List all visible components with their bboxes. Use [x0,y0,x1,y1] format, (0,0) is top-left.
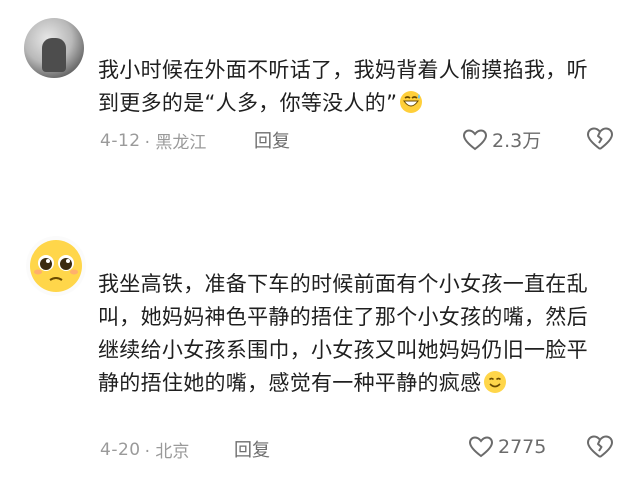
comment-item: 我坐高铁，准备下车的时候前面有个小女孩一直在乱叫，她妈妈神色平静的捂住了那个小女… [0,0,640,478]
comment-text: 我坐高铁，准备下车的时候前面有个小女孩一直在乱叫，她妈妈神色平静的捂住了那个小女… [98,272,588,395]
comment-date: 4-20 [100,439,141,460]
comment-text-container: 我坐高铁，准备下车的时候前面有个小女孩一直在乱叫，她妈妈神色平静的捂住了那个小女… [98,268,598,400]
user-avatar[interactable] [26,236,86,296]
like-count: 2775 [498,436,547,458]
comment-meta: 4-20 · 北京 [100,437,190,463]
heart-icon [468,436,494,458]
comment-location: · 北京 [144,442,190,462]
reply-button[interactable]: 回复 [234,436,270,462]
like-button[interactable]: 2775 [468,435,546,459]
broken-heart-icon[interactable] [586,434,614,460]
smile-emoji-icon [484,371,507,393]
pleading-face-avatar-icon [30,240,82,292]
